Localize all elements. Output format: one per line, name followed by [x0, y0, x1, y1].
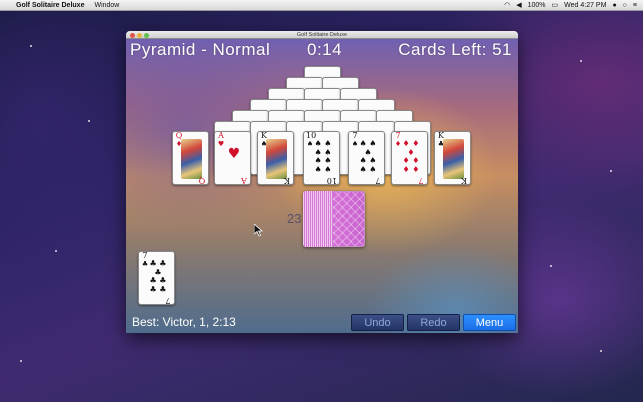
- battery-label[interactable]: 100%: [528, 0, 546, 11]
- battery-icon[interactable]: ▭: [552, 0, 559, 11]
- spotlight-icon[interactable]: ○: [623, 0, 627, 11]
- mouse-cursor-icon: [254, 224, 264, 237]
- window-title: Golf Solitaire Deluxe: [296, 32, 348, 38]
- king-face: [266, 139, 287, 179]
- star: [20, 360, 22, 362]
- tableau-card[interactable]: K ♣ K: [434, 131, 471, 185]
- clock[interactable]: Wed 4:27 PM: [564, 0, 606, 11]
- menu-bar: Golf Solitaire Deluxe Window ◠ ◀ 100% ▭ …: [0, 0, 643, 11]
- tableau-card[interactable]: K ♠ K: [257, 131, 294, 185]
- best-score: Best: Victor, 1, 2:13: [132, 315, 236, 329]
- stock-pile-edge: [303, 191, 333, 247]
- king-face: [443, 139, 464, 179]
- game-window: Golf Solitaire Deluxe Pyramid - Normal 0…: [126, 31, 518, 333]
- star: [55, 250, 57, 252]
- star: [610, 170, 612, 172]
- tableau-card[interactable]: A ♥ ♥ A: [214, 131, 251, 185]
- tableau-card[interactable]: 7 ♦ ♦ ♦ ♦ ♦ ♦ ♦ ♦ 7: [391, 131, 428, 185]
- menu-button[interactable]: Menu: [463, 314, 516, 331]
- game-timer: 0:14: [307, 40, 343, 59]
- game-mode: Pyramid - Normal: [130, 40, 271, 59]
- wifi-icon[interactable]: ◠: [504, 0, 510, 11]
- zoom-button[interactable]: [144, 32, 149, 38]
- tableau-card[interactable]: Q ♦ Q: [172, 131, 209, 185]
- close-button[interactable]: [130, 32, 135, 38]
- star: [600, 350, 602, 352]
- star: [30, 45, 32, 47]
- title-bar: Golf Solitaire Deluxe: [126, 31, 518, 39]
- star: [550, 265, 552, 267]
- undo-button[interactable]: Undo: [351, 314, 404, 331]
- status-area: ◠ ◀ 100% ▭ Wed 4:27 PM ● ○ ≡: [504, 0, 637, 11]
- volume-icon[interactable]: ◀: [516, 0, 521, 11]
- cards-left: Cards Left: 51: [398, 40, 512, 59]
- stock-count: 23: [287, 211, 302, 226]
- waste-card[interactable]: 7 ♣ ♣ ♣ ♣ ♣ ♣ ♣ ♣ 7: [138, 251, 175, 305]
- star: [580, 60, 582, 62]
- tableau-card[interactable]: 7 ♠ ♠ ♠ ♠ ♠ ♠ ♠ ♠ 7: [348, 131, 385, 185]
- tableau-card[interactable]: 10 ♠ ♠ ♠ ♠ ♠ ♠ ♠ ♠ ♠ 10: [303, 131, 340, 185]
- star: [88, 120, 90, 122]
- redo-button[interactable]: Redo: [407, 314, 460, 331]
- user-icon[interactable]: ●: [612, 0, 616, 11]
- queen-face: [181, 139, 202, 179]
- menu-window[interactable]: Window: [94, 0, 119, 11]
- notification-icon[interactable]: ≡: [633, 0, 637, 11]
- minimize-button[interactable]: [137, 32, 142, 38]
- menu-app-name[interactable]: Golf Solitaire Deluxe: [16, 0, 84, 11]
